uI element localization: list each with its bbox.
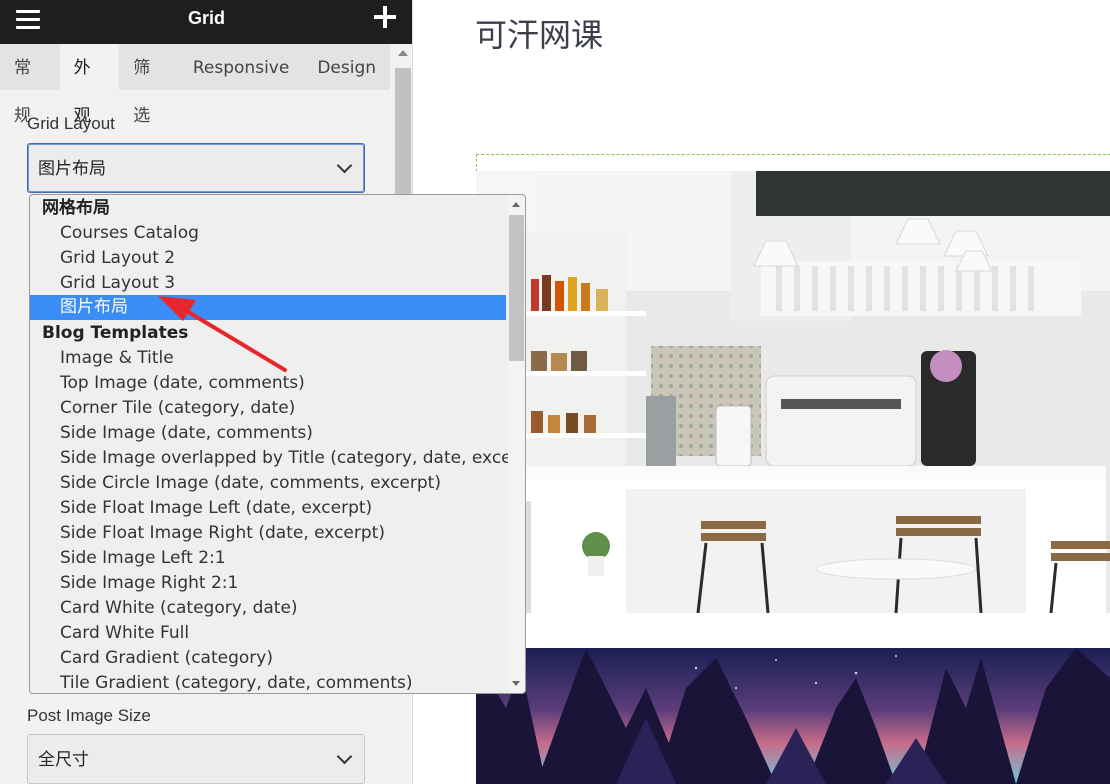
post-image-size-value: 全尺寸 [38, 750, 89, 770]
dropdown-scrollbar-thumb[interactable] [509, 215, 524, 361]
add-plus-icon[interactable] [374, 6, 396, 28]
chevron-down-icon [336, 748, 353, 765]
post-image-size-label: Post Image Size [27, 706, 151, 725]
option-side-image[interactable]: Side Image (date, comments) [30, 421, 506, 446]
option-side-float-right[interactable]: Side Float Image Right (date, excerpt) [30, 521, 506, 546]
option-side-image-right-2-1[interactable]: Side Image Right 2:1 [30, 571, 506, 596]
panel-title: Grid [187, 8, 225, 28]
dropdown-scroll-down-icon[interactable] [512, 681, 520, 686]
panel-header: Grid [0, 0, 412, 44]
option-top-image[interactable]: Top Image (date, comments) [30, 371, 506, 396]
option-card-white[interactable]: Card White (category, date) [30, 596, 506, 621]
grid-layout-options-list[interactable]: 网格布局 Courses Catalog Grid Layout 2 Grid … [29, 194, 526, 694]
optgroup-grid-layouts: 网格布局 [42, 198, 110, 218]
dropdown-scroll-up-icon[interactable] [512, 202, 520, 207]
option-card-white-full[interactable]: Card White Full [30, 621, 506, 646]
option-tile-gradient[interactable]: Tile Gradient (category, date, comments) [30, 671, 506, 693]
cafe-photo [476, 171, 1110, 613]
option-side-image-left-2-1[interactable]: Side Image Left 2:1 [30, 546, 506, 571]
option-side-circle-image[interactable]: Side Circle Image (date, comments, excer… [30, 471, 506, 496]
panel-tabs: 常规 外观 筛选 Responsive Design [0, 44, 390, 126]
option-grid-layout-3[interactable]: Grid Layout 3 [30, 271, 506, 296]
option-grid-layout-2[interactable]: Grid Layout 2 [30, 246, 506, 271]
option-image-layout[interactable]: 图片布局 [30, 295, 506, 320]
post-image-size-select[interactable]: 全尺寸 [27, 734, 365, 784]
site-title: 可汗网课 [475, 16, 604, 54]
optgroup-blog-templates: Blog Templates [42, 323, 189, 343]
option-side-float-left[interactable]: Side Float Image Left (date, excerpt) [30, 496, 506, 521]
tab-appearance[interactable]: 外观 [59, 44, 120, 126]
option-courses-catalog[interactable]: Courses Catalog [30, 221, 506, 246]
panel-scrollbar-thumb[interactable] [395, 68, 411, 198]
option-card-gradient[interactable]: Card Gradient (category) [30, 646, 506, 671]
tab-filter[interactable]: 筛选 [119, 44, 179, 126]
scroll-up-arrow-icon[interactable] [398, 50, 408, 56]
forest-photo [476, 648, 1110, 784]
option-image-title[interactable]: Image & Title [30, 346, 506, 371]
option-corner-tile[interactable]: Corner Tile (category, date) [30, 396, 506, 421]
chevron-down-icon [336, 157, 353, 174]
tab-responsive[interactable]: Responsive [179, 44, 303, 90]
tab-general[interactable]: 常规 [0, 44, 60, 126]
grid-layout-value: 图片布局 [38, 159, 106, 179]
grid-layout-select[interactable]: 图片布局 [27, 143, 365, 193]
option-side-image-overlapped[interactable]: Side Image overlapped by Title (category… [30, 446, 525, 471]
grid-layout-label: Grid Layout [27, 114, 115, 133]
tab-design[interactable]: Design [303, 44, 390, 90]
